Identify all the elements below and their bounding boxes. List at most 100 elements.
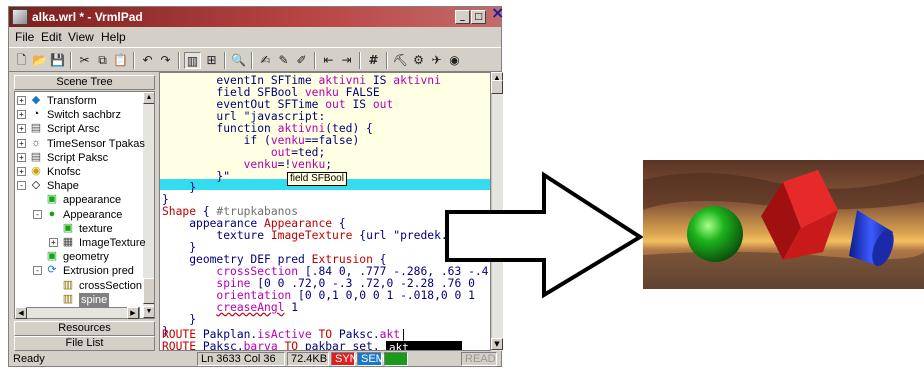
expand-icon[interactable]: + [17, 138, 26, 148]
node-type-icon: ◇ [31, 179, 41, 192]
menu-edit[interactable]: Edit [41, 30, 62, 44]
tree-node-label: Script Arsc [47, 123, 100, 136]
cursor-position: Ln 3633 Col 36 [197, 352, 285, 366]
scene-tree[interactable]: ▲ ▼ + ◆ Transform + ◔ Switch sachbrz + ▤ Script … [14, 91, 155, 319]
node-type-icon: ▤ [30, 150, 42, 163]
green-sphere [687, 206, 743, 262]
cut-icon[interactable]: ✂ [76, 52, 93, 69]
toolbar-separator [314, 52, 316, 69]
expand-icon[interactable]: + [49, 238, 58, 247]
tree-node-label: crossSection [79, 279, 142, 292]
tree-node-label: appearance [63, 194, 122, 207]
node-type-icon: ▣ [62, 221, 74, 234]
status-indicator [384, 352, 408, 366]
redo-icon[interactable]: ↷ [157, 52, 174, 69]
toolbar-separator [359, 52, 361, 69]
scroll-down-icon[interactable]: ▼ [491, 338, 503, 350]
menu-view[interactable]: View [68, 30, 94, 44]
rendered-3d-scene [643, 160, 924, 289]
expand-icon[interactable]: + [17, 152, 26, 162]
node-type-icon: ⟳ [47, 264, 57, 277]
node-type-icon: ◆ [31, 94, 41, 106]
open-folder-icon[interactable]: 📂 [31, 52, 48, 69]
expand-icon[interactable]: + [17, 124, 26, 134]
toolbar-separator [178, 52, 180, 69]
scroll-left-icon[interactable]: ◀ [15, 307, 27, 319]
edit-pencil-icon[interactable]: ✐ [293, 52, 310, 69]
autocomplete-list[interactable]: akt aktped [386, 341, 462, 350]
expand-icon[interactable]: + [17, 96, 26, 105]
syntax-badge: SYN [331, 352, 358, 366]
settings-gear-icon[interactable]: ⚙ [410, 52, 427, 69]
autocomplete-item[interactable]: akt [387, 342, 461, 350]
tree-node-label: Extrusion pred [63, 265, 134, 278]
tree-view-icon[interactable]: ⊞ [203, 52, 220, 69]
node-type-icon: ▣ [46, 250, 58, 263]
tree-node-label: Switch sachbrz [47, 109, 121, 122]
maximize-button[interactable]: □ [471, 10, 486, 24]
minimize-button[interactable]: _ [455, 10, 470, 24]
expand-icon[interactable]: + [17, 167, 26, 176]
tree-node-label: Appearance [63, 208, 123, 221]
code-line: texture ImageTexture {url "predek.png"} [216, 229, 482, 242]
title-bar[interactable]: alka.wrl * - VrmlPad _ □ [9, 7, 501, 27]
menu-file[interactable]: File [15, 30, 34, 44]
field-tooltip: field SFBool [287, 172, 347, 186]
bookmark-icon[interactable]: ✍ [257, 52, 274, 69]
toolbar: 🗋 📂 💾 ✂ ⧉ 📋 ↶ ↷ ▥ ⊞ 🔍 ✍ ✎ ✐ ⇤ ⇥ # ⛏ ⚙ ✈ … [9, 47, 501, 72]
outdent-icon[interactable]: ⇤ [320, 52, 337, 69]
file-list-tab[interactable]: File List [14, 336, 155, 351]
semantic-badge: SEM [357, 352, 385, 366]
toolbar-separator [133, 52, 135, 69]
code-editor[interactable]: eventIn SFTime aktivni IS aktivni field … [159, 72, 491, 351]
tool-pick-icon[interactable]: ⛏ [392, 52, 409, 69]
tree-node-label: Knofsc [47, 166, 81, 178]
collapse-icon[interactable]: - [33, 209, 42, 219]
big-arrow-icon [445, 171, 644, 299]
node-type-icon: ▥ [62, 278, 74, 291]
toolbar-separator [386, 52, 388, 69]
scroll-right-icon[interactable]: ▶ [127, 307, 139, 319]
tree-node-label: spine [79, 292, 110, 307]
hash-comment-button[interactable]: # [365, 52, 382, 69]
tree-horizontal-scrollbar[interactable]: ◀ ▶ [14, 307, 140, 319]
scroll-thumb[interactable] [143, 278, 154, 304]
tree-vertical-scrollbar[interactable]: ▲ ▼ [143, 92, 154, 318]
new-file-icon[interactable]: 🗋 [13, 52, 30, 69]
node-type-icon: ▦ [62, 236, 74, 248]
window-title: alka.wrl * - VrmlPad [32, 10, 143, 24]
collapse-icon[interactable]: - [33, 266, 42, 276]
menu-help[interactable]: Help [101, 30, 126, 44]
edit-pen-icon[interactable]: ✎ [275, 52, 292, 69]
copy-icon[interactable]: ⧉ [94, 52, 111, 69]
resources-tab[interactable]: Resources [14, 321, 155, 336]
tree-node-label: Script Paksc [47, 151, 109, 164]
scroll-down-icon[interactable]: ▼ [143, 306, 154, 318]
paste-icon[interactable]: 📋 [112, 52, 129, 69]
publish-icon[interactable]: ✈ [428, 52, 445, 69]
tree-node-label: TimeSensor Tpakas [47, 137, 145, 150]
collapse-icon[interactable]: - [17, 181, 26, 191]
undo-icon[interactable]: ↶ [139, 52, 156, 69]
tree-node-label: ImageTexture [79, 237, 146, 249]
toolbar-separator [251, 52, 253, 69]
find-icon[interactable]: 🔍 [230, 52, 247, 69]
indent-icon[interactable]: ⇥ [338, 52, 355, 69]
scroll-up-icon[interactable]: ▲ [143, 92, 154, 104]
toolbar-separator [224, 52, 226, 69]
expand-icon[interactable]: + [17, 110, 26, 120]
panel-toggle-icon[interactable]: ▥ [184, 52, 201, 69]
read-only-badge: READ [461, 352, 497, 366]
close-icon[interactable]: × [491, 3, 504, 22]
save-icon[interactable]: 💾 [49, 52, 66, 69]
node-type-icon: ▣ [46, 193, 58, 206]
node-type-icon: ▤ [30, 122, 42, 135]
preview-icon[interactable]: ◉ [446, 52, 463, 69]
scroll-thumb[interactable] [491, 80, 503, 94]
status-bar: Ready Ln 3633 Col 36 72.4KB SYN SEM READ [9, 351, 501, 367]
node-type-icon: ◔ [32, 108, 40, 121]
scene-tree-header[interactable]: Scene Tree [14, 75, 155, 90]
file-size: 72.4KB [287, 352, 329, 366]
node-type-icon: ◉ [31, 165, 41, 177]
tree-node-label: texture [79, 222, 113, 235]
